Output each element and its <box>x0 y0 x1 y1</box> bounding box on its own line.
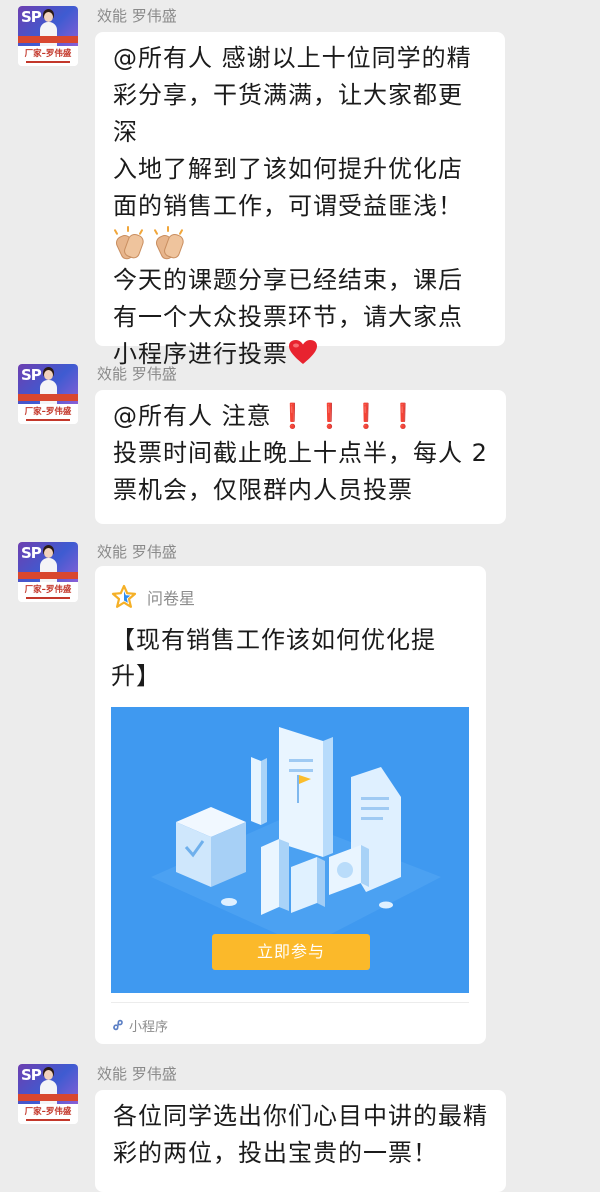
avatar-badge: SP <box>21 366 42 384</box>
message-bubble[interactable]: 各位同学选出你们心目中讲的最精 彩的两位，投出宝贵的一票！ <box>95 1090 506 1192</box>
clapping-hands-icon <box>153 225 186 261</box>
star-icon <box>111 584 137 608</box>
card-divider <box>111 1002 469 1003</box>
sender-name: 效能 罗伟盛 <box>97 1065 177 1083</box>
message-text-line: 入地了解到了该如何提升优化店 <box>113 155 463 183</box>
message-text-line: 彩分享，干货满满，让大家都更深 <box>113 81 463 146</box>
exclamation-icon: ❗ <box>277 402 309 430</box>
avatar-label: 厂家–罗伟盛 <box>18 582 78 602</box>
sender-name: 效能 罗伟盛 <box>97 365 177 383</box>
avatar-badge: SP <box>21 544 42 562</box>
message-text: @所有人 注意 <box>113 402 272 430</box>
mini-program-label: 小程序 <box>129 1019 169 1035</box>
card-footer: 小程序 <box>111 1015 168 1035</box>
avatar[interactable]: SP 厂家–罗伟盛 <box>18 364 78 424</box>
message-text-line: 今天的课题分享已经结束，课后 <box>113 266 463 294</box>
message-text-line: 面的销售工作，可谓受益匪浅！ <box>113 192 463 220</box>
message-text-line: 各位同学选出你们心目中讲的最精 <box>113 1102 488 1130</box>
message-bubble[interactable]: @所有人 感谢以上十位同学的精 彩分享，干货满满，让大家都更深 入地了解到了该如… <box>95 32 505 368</box>
avatar[interactable]: SP 厂家–罗伟盛 <box>18 1064 78 1124</box>
avatar[interactable]: SP 厂家–罗伟盛 <box>18 542 78 602</box>
card-source-name: 问卷星 <box>147 589 196 608</box>
mini-program-card[interactable]: 问卷星 【现有销售工作该如何优化提 升】 立即参与 小程序 <box>95 566 486 1044</box>
mini-program-icon <box>113 1019 123 1031</box>
avatar-badge: SP <box>21 1066 42 1084</box>
card-cover-image: 立即参与 <box>111 707 469 993</box>
avatar[interactable]: SP 厂家–罗伟盛 <box>18 6 78 66</box>
message-text-line: 投票时间截止晚上十点半，每人 2 <box>113 439 488 467</box>
avatar-badge: SP <box>21 8 42 26</box>
clapping-hands-icon <box>113 225 146 261</box>
message-bubble[interactable]: @所有人 注意 ❗ ❗ ❗ ❗ 投票时间截止晚上十点半，每人 2 票机会，仅限群内人员投… <box>95 390 506 524</box>
sender-name: 效能 罗伟盛 <box>97 543 177 561</box>
message-text-line: @所有人 感谢以上十位同学的精 <box>113 44 472 72</box>
message-text-line: 票机会，仅限群内人员投票 <box>113 476 413 504</box>
sender-name: 效能 罗伟盛 <box>97 7 177 25</box>
card-title-line: 【现有销售工作该如何优化提 <box>111 626 436 654</box>
message-text-line: 有一个大众投票环节，请大家点 <box>113 303 463 331</box>
red-heart-icon <box>289 340 317 364</box>
exclamation-icon: ❗ <box>351 402 383 430</box>
avatar-label: 厂家–罗伟盛 <box>18 404 78 424</box>
exclamation-icon: ❗ <box>314 402 346 430</box>
exclamation-icon: ❗ <box>388 402 420 430</box>
card-title-line: 升】 <box>111 662 161 690</box>
message-text-line: 彩的两位，投出宝贵的一票！ <box>113 1139 438 1167</box>
join-button[interactable]: 立即参与 <box>212 934 370 970</box>
card-source: 问卷星 <box>111 582 195 612</box>
avatar-label: 厂家–罗伟盛 <box>18 46 78 66</box>
emoji-row <box>113 225 487 262</box>
card-title: 【现有销售工作该如何优化提 升】 <box>111 622 461 694</box>
message-text-line: @所有人 注意 ❗ ❗ ❗ ❗ <box>113 398 488 435</box>
avatar-label: 厂家–罗伟盛 <box>18 1104 78 1124</box>
